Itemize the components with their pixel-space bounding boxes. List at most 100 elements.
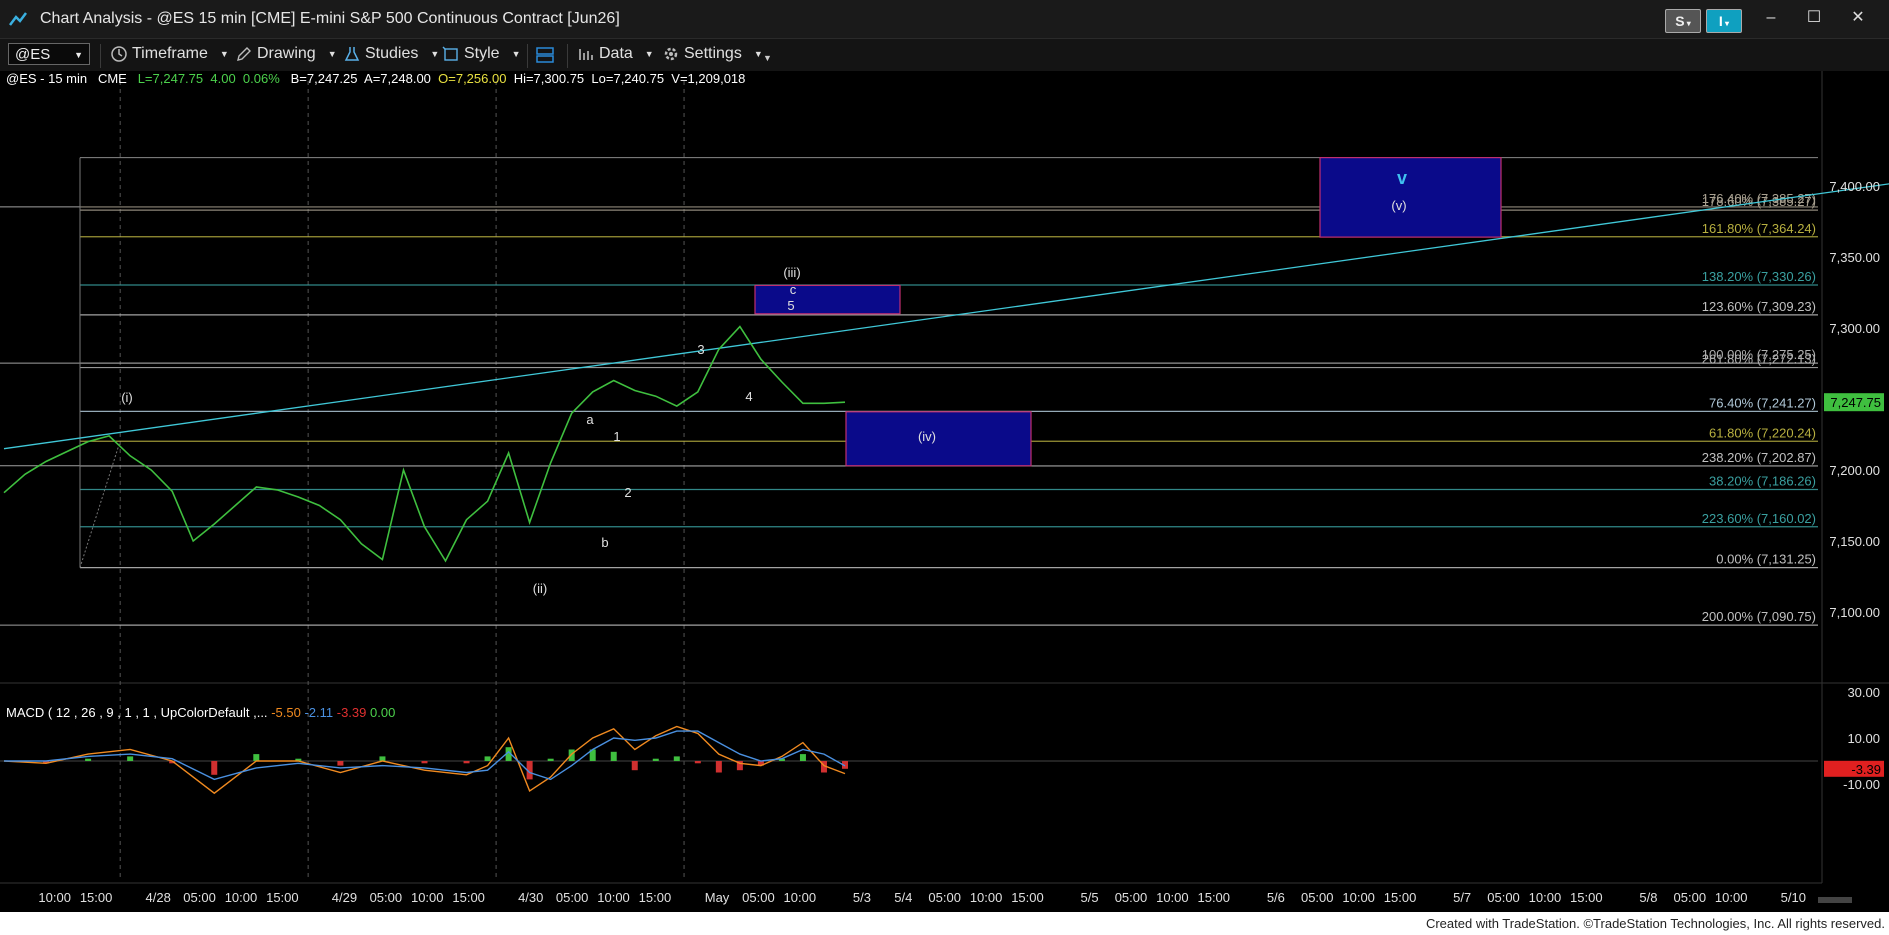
chevron-down-icon: ▼ — [219, 49, 229, 59]
toolbar-overflow-icon[interactable]: ▼ — [763, 53, 772, 63]
wave-label: 4 — [745, 389, 752, 404]
chevron-down-icon: ▼ — [753, 49, 763, 59]
layout-button[interactable] — [535, 45, 555, 65]
time-axis-label: 4/30 — [518, 890, 543, 905]
fib-level-label: 138.20% (7,330.26) — [1702, 269, 1816, 284]
time-axis-label: 05:00 — [742, 890, 775, 905]
studies-label: Studies — [365, 45, 419, 62]
target-box — [754, 284, 901, 315]
wave-label: 3 — [697, 342, 704, 357]
info-change-pct: 0.06% — [242, 71, 280, 86]
fib-level-label: 261.80% (7,272.13) — [1702, 352, 1816, 367]
price-axis-label: 7,100.00 — [1829, 605, 1880, 620]
time-axis-label: 15:00 — [80, 890, 113, 905]
chevron-down-icon: ▼ — [74, 50, 83, 60]
time-axis-label: 10:00 — [1342, 890, 1375, 905]
s-button[interactable]: S ▾ — [1665, 9, 1701, 33]
clock-icon — [111, 46, 127, 62]
maximize-icon: ☐ — [1806, 9, 1822, 26]
time-axis-label: 15:00 — [1384, 890, 1417, 905]
wave-label: 1 — [613, 429, 620, 444]
info-high: Hi=7,300.75 — [513, 71, 585, 86]
time-axis-label: 5/6 — [1267, 890, 1285, 905]
time-axis-label: 15:00 — [639, 890, 672, 905]
fib-level-label: 38.20% (7,186.26) — [1709, 474, 1816, 489]
info-symbol: @ES - 15 min — [6, 71, 88, 86]
fib-level-label: 238.20% (7,202.87) — [1702, 450, 1816, 465]
pencil-icon — [237, 47, 251, 61]
wave-label: 2 — [624, 485, 631, 500]
drawing-menu[interactable]: Drawing ▼ — [235, 45, 337, 63]
tradestation-logo-icon — [9, 12, 27, 26]
data-menu[interactable]: Data ▼ — [577, 45, 654, 63]
time-axis-label: 05:00 — [1115, 890, 1148, 905]
close-button[interactable]: ✕ — [1847, 7, 1869, 31]
fib-level-label: 200.00% (7,090.75) — [1702, 609, 1816, 624]
symbol-input[interactable]: @ES ▼ — [8, 43, 90, 65]
wave-label: c — [790, 282, 797, 297]
time-axis-label: 15:00 — [452, 890, 485, 905]
time-axis-label: 10:00 — [225, 890, 258, 905]
close-icon: ✕ — [1851, 9, 1865, 26]
timeframe-menu[interactable]: Timeframe ▼ — [110, 45, 229, 63]
maximize-button[interactable]: ☐ — [1803, 7, 1825, 31]
time-axis-label: May — [705, 890, 730, 905]
last-price-label: 7,247.75 — [1830, 395, 1881, 410]
time-axis-label: 5/5 — [1081, 890, 1099, 905]
fib-level-label: 123.60% (7,309.23) — [1702, 299, 1816, 314]
time-axis-label: 10:00 — [411, 890, 444, 905]
time-axis-label: 15:00 — [1197, 890, 1230, 905]
gear-icon — [664, 47, 678, 61]
time-axis-label: 10:00 — [1156, 890, 1189, 905]
time-axis-label: 5/8 — [1639, 890, 1657, 905]
price-axis-label: 7,350.00 — [1829, 250, 1880, 265]
settings-label: Settings — [684, 45, 742, 62]
title-bar: Chart Analysis - @ES 15 min [CME] E-mini… — [0, 0, 1889, 38]
drawing-label: Drawing — [257, 45, 316, 62]
info-exchange: CME — [97, 71, 127, 86]
settings-menu[interactable]: Settings ▼ — [662, 45, 763, 63]
symbol-info-line: @ES - 15 min CME L=7,247.75 4.00 0.06% B… — [6, 71, 745, 86]
wave-label: (ii) — [533, 581, 547, 596]
target-box — [845, 411, 1032, 467]
layout-icon — [536, 47, 554, 63]
price-axis-label: 7,300.00 — [1829, 321, 1880, 336]
time-axis-label: 10:00 — [597, 890, 630, 905]
minimize-button[interactable]: – — [1760, 7, 1782, 31]
horizontal-scrollbar[interactable] — [1818, 897, 1852, 903]
macd-axis-label: -10.00 — [1843, 777, 1880, 792]
price-chart[interactable]: 176.40% (7,385.27)178.60% (7,385.27)161.… — [0, 71, 1889, 935]
macd-label: MACD ( 12 , 26 , 9 , 1 , 1 , UpColorDefa… — [6, 705, 268, 720]
chevron-down-icon: ▼ — [511, 49, 521, 59]
fib-level-label: 76.40% (7,241.27) — [1709, 395, 1816, 410]
toolbar-divider — [527, 44, 528, 68]
time-axis-label: 5/4 — [894, 890, 912, 905]
time-axis-label: 05:00 — [1674, 890, 1707, 905]
time-axis-label: 4/29 — [332, 890, 357, 905]
timeframe-label: Timeframe — [132, 45, 208, 62]
chevron-down-icon: ▼ — [644, 49, 654, 59]
style-menu[interactable]: Style ▼ — [442, 45, 521, 63]
price-axis-label: 7,200.00 — [1829, 463, 1880, 478]
fib-level-label: 223.60% (7,160.02) — [1702, 511, 1816, 526]
info-change: 4.00 — [210, 71, 236, 86]
chevron-down-icon: ▼ — [327, 49, 337, 59]
fib-level-label: 161.80% (7,364.24) — [1702, 221, 1816, 236]
toolbar-divider — [567, 44, 568, 68]
chart-area[interactable]: 176.40% (7,385.27)178.60% (7,385.27)161.… — [0, 71, 1889, 935]
info-ask: A=7,248.00 — [364, 71, 431, 86]
time-axis-label: 5/3 — [853, 890, 871, 905]
wave-label: b — [601, 535, 608, 550]
flask-icon — [344, 47, 360, 61]
i-button[interactable]: I ▾ — [1706, 9, 1742, 33]
info-low: Lo=7,240.75 — [591, 71, 665, 86]
chart-toolbar: @ES ▼ Timeframe ▼ Drawing ▼ Studies ▼ Style ▼… — [0, 38, 1889, 73]
minimize-icon: – — [1766, 9, 1776, 26]
wave-label: (i) — [121, 390, 133, 405]
studies-menu[interactable]: Studies ▼ — [343, 45, 439, 63]
info-volume: V=1,209,018 — [671, 71, 746, 86]
wave-label: (v) — [1391, 198, 1406, 213]
symbol-value: @ES — [15, 46, 51, 63]
toolbar-divider — [100, 44, 101, 68]
time-axis-label: 05:00 — [370, 890, 403, 905]
